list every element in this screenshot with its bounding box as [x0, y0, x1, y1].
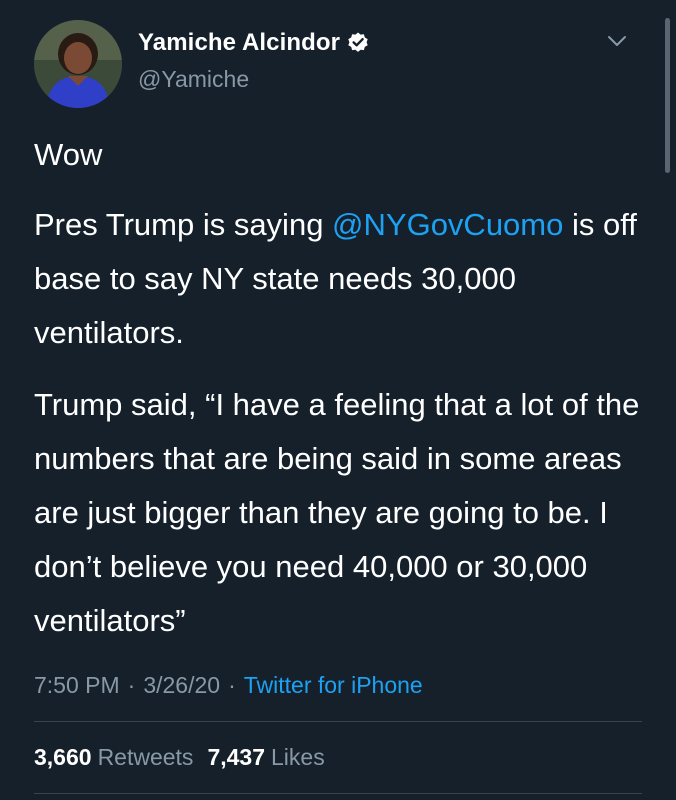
retweets-label: Retweets [97, 743, 194, 770]
tweet-time[interactable]: 7:50 PM [34, 672, 120, 699]
divider [34, 793, 642, 794]
chevron-down-icon[interactable] [606, 30, 628, 52]
author-display-name[interactable]: Yamiche Alcindor [138, 29, 340, 57]
mention-link[interactable]: @NYGovCuomo [332, 207, 563, 242]
tweet-meta: 7:50 PM · 3/26/20 · Twitter for iPhone [34, 668, 423, 702]
meta-separator: · [127, 671, 136, 698]
tweet-text-segment: Pres Trump is saying [34, 207, 333, 242]
author-name-row[interactable]: Yamiche Alcindor [138, 28, 370, 58]
tweet-source-link[interactable]: Twitter for iPhone [244, 672, 423, 699]
retweets-count: 3,660 [34, 743, 92, 770]
tweet-paragraph-3: Trump said, “I have a feeling that a lot… [34, 387, 640, 638]
tweet-paragraph-1: Wow [34, 137, 103, 172]
tweet-date[interactable]: 3/26/20 [143, 672, 220, 699]
retweets-stat[interactable]: 3,660 Retweets [34, 744, 193, 771]
tweet-paragraph-2: Pres Trump is saying @NYGovCuomo is off … [34, 198, 644, 360]
verified-badge-icon [346, 31, 370, 55]
tweet-text: Wow Pres Trump is saying @NYGovCuomo is … [34, 128, 644, 666]
likes-label: Likes [271, 743, 325, 770]
meta-separator: · [228, 671, 236, 698]
tweet-header: Yamiche Alcindor @Yamiche [34, 20, 654, 108]
avatar-image [34, 20, 122, 108]
likes-count: 7,437 [207, 743, 265, 770]
tweet-stats: 3,660 Retweets 7,437 Likes [34, 740, 325, 774]
author-handle[interactable]: @Yamiche [138, 66, 249, 93]
avatar[interactable] [34, 20, 122, 108]
scrollbar[interactable] [665, 18, 670, 173]
tweet: Yamiche Alcindor @Yamiche Wow Pres Trump… [0, 0, 676, 800]
divider [34, 721, 642, 722]
likes-stat[interactable]: 7,437 Likes [207, 744, 324, 771]
